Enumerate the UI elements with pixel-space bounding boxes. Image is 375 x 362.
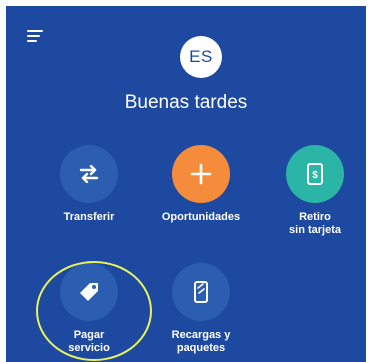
withdrawal-label-line2: sin tarjeta [289, 224, 341, 236]
recharge-label: Recargas y paquetes [146, 329, 256, 355]
highlight-ring [36, 261, 152, 361]
transfer-arrows-icon [79, 165, 99, 183]
user-avatar[interactable]: ES [180, 36, 222, 78]
withdrawal-label-line1: Retiro [299, 211, 331, 223]
opportunities-label: Oportunidades [161, 211, 241, 223]
svg-text:$: $ [312, 170, 318, 181]
opportunities-icon-circle[interactable] [172, 145, 230, 203]
recharge-label-line1: Recargas y [171, 329, 231, 341]
cardless-withdrawal-button[interactable]: $ Retiro sin tarjeta [260, 145, 366, 237]
transfer-button[interactable]: Transferir [34, 145, 144, 224]
recharge-icon-circle[interactable] [172, 263, 230, 321]
recharges-button[interactable]: Recargas y paquetes [146, 263, 256, 355]
recharge-label-line2: paquetes [176, 342, 226, 354]
plus-icon [190, 163, 212, 185]
withdrawal-label: Retiro sin tarjeta [260, 211, 366, 237]
mobile-phone-icon [194, 281, 208, 303]
cash-withdrawal-icon: $ [307, 163, 323, 185]
home-screen: ES Buenas tardes Transferir Oportunidade… [6, 6, 366, 362]
transfer-icon-circle[interactable] [60, 145, 118, 203]
opportunities-button[interactable]: Oportunidades [146, 145, 256, 224]
withdrawal-icon-circle[interactable]: $ [286, 145, 344, 203]
hamburger-menu-icon[interactable] [27, 30, 43, 42]
transfer-label: Transferir [63, 211, 115, 223]
greeting-text: Buenas tardes [124, 92, 248, 113]
